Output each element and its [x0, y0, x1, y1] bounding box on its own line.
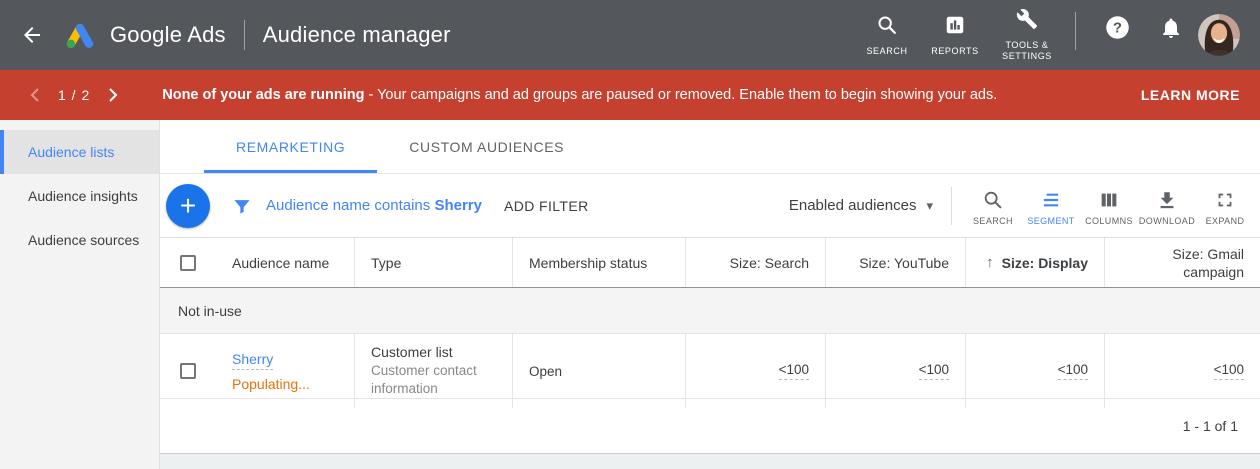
column-header-size-youtube[interactable]: Size: YouTube — [826, 238, 966, 287]
app-bar: Google Ads Audience manager SEARCH REPOR… — [0, 0, 1260, 70]
segment-button[interactable]: SEGMENT — [1022, 185, 1080, 226]
column-header-type[interactable]: Type — [355, 238, 513, 287]
cell-size-gmail: <100 — [1105, 334, 1260, 408]
cell-membership-status: Open — [513, 334, 686, 408]
tab-custom-audiences[interactable]: CUSTOM AUDIENCES — [377, 120, 596, 173]
cell-size-search: <100 — [686, 334, 826, 408]
banner-prev-icon[interactable] — [22, 82, 48, 108]
appbar-divider — [244, 20, 245, 50]
product-name: Google Ads — [110, 22, 226, 48]
table-toolbar: + Audience name contains Sherry ADD FILT… — [160, 174, 1260, 238]
download-button[interactable]: DOWNLOAD — [1138, 185, 1196, 226]
toolbar-divider — [951, 187, 952, 225]
wrench-icon — [1016, 8, 1038, 35]
notifications-button[interactable] — [1156, 15, 1186, 45]
table-search-button[interactable]: SEARCH — [964, 185, 1022, 226]
sort-ascending-icon: ↑ — [986, 254, 994, 271]
select-all-checkbox[interactable] — [180, 255, 196, 271]
row-checkbox[interactable] — [180, 363, 196, 379]
segment-icon — [1040, 189, 1062, 211]
banner-detail: - Your campaigns and ad groups are pause… — [369, 87, 998, 103]
svg-text:?: ? — [1113, 21, 1122, 37]
group-row-not-in-use: Not in-use — [160, 288, 1260, 334]
help-button[interactable]: ? — [1102, 15, 1132, 45]
row-select-cell — [160, 334, 216, 408]
column-header-size-gmail[interactable]: Size: Gmail campaign — [1105, 238, 1260, 287]
tab-bar: REMARKETING CUSTOM AUDIENCES — [160, 120, 1260, 174]
column-header-size-display[interactable]: ↑ Size: Display — [966, 238, 1105, 287]
bell-icon — [1159, 16, 1183, 45]
banner-title: None of your ads are running — [162, 87, 364, 103]
filter-icon[interactable] — [232, 196, 252, 216]
banner-pagination: 1 / 2 — [58, 87, 90, 103]
expand-icon — [1214, 189, 1236, 211]
google-ads-logo-icon[interactable] — [62, 19, 98, 51]
cell-audience-name: Sherry Populating... — [216, 334, 355, 408]
main-content: REMARKETING CUSTOM AUDIENCES + Audience … — [160, 120, 1260, 469]
column-header-size-search[interactable]: Size: Search — [686, 238, 826, 287]
cell-size-youtube: <100 — [826, 334, 966, 408]
bar-chart-icon — [944, 14, 966, 41]
populating-status: Populating... — [232, 376, 338, 392]
cell-type: Customer list Customer contact informati… — [355, 334, 513, 408]
banner-next-icon[interactable] — [100, 82, 126, 108]
table-row: Sherry Populating... Customer list Custo… — [160, 334, 1260, 399]
sidebar: Audience lists Audience insights Audienc… — [0, 120, 160, 469]
expand-button[interactable]: EXPAND — [1196, 185, 1254, 226]
download-icon — [1156, 189, 1178, 211]
reports-button[interactable]: REPORTS — [921, 14, 989, 57]
filter-value: Sherry — [434, 197, 482, 214]
learn-more-link[interactable]: LEARN MORE — [1137, 79, 1244, 111]
sidebar-item-audience-insights[interactable]: Audience insights — [0, 174, 159, 218]
column-header-audience-name[interactable]: Audience name — [216, 238, 355, 287]
cell-size-display: <100 — [966, 334, 1105, 408]
notification-banner: 1 / 2 None of your ads are running - You… — [0, 70, 1260, 120]
sidebar-item-audience-sources[interactable]: Audience sources — [0, 218, 159, 262]
tab-remarketing[interactable]: REMARKETING — [204, 120, 377, 173]
columns-icon — [1098, 189, 1120, 211]
audience-view-dropdown[interactable]: Enabled audiences ▾ — [789, 197, 933, 214]
search-button[interactable]: SEARCH — [853, 14, 921, 57]
column-header-membership-status[interactable]: Membership status — [513, 238, 686, 287]
user-avatar[interactable] — [1198, 14, 1240, 56]
active-filter-chip[interactable]: Audience name contains Sherry — [266, 197, 482, 214]
help-icon: ? — [1104, 14, 1131, 46]
select-all-cell — [160, 238, 216, 287]
banner-message: None of your ads are running - Your camp… — [162, 87, 997, 103]
add-filter-button[interactable]: ADD FILTER — [504, 198, 589, 214]
search-icon — [876, 14, 898, 41]
sidebar-item-audience-lists[interactable]: Audience lists — [0, 130, 159, 174]
plus-icon: + — [180, 192, 196, 220]
chevron-down-icon: ▾ — [926, 198, 933, 214]
table-header-row: Audience name Type Membership status Siz… — [160, 238, 1260, 288]
audience-name-link[interactable]: Sherry — [232, 351, 273, 370]
appbar-divider — [1075, 12, 1076, 50]
back-arrow-icon[interactable] — [18, 21, 46, 49]
tools-settings-button[interactable]: TOOLS & SETTINGS — [989, 8, 1065, 62]
columns-button[interactable]: COLUMNS — [1080, 185, 1138, 226]
search-icon — [982, 189, 1004, 211]
content-background — [160, 454, 1260, 469]
page-title: Audience manager — [263, 22, 451, 48]
add-audience-button[interactable]: + — [166, 184, 210, 228]
